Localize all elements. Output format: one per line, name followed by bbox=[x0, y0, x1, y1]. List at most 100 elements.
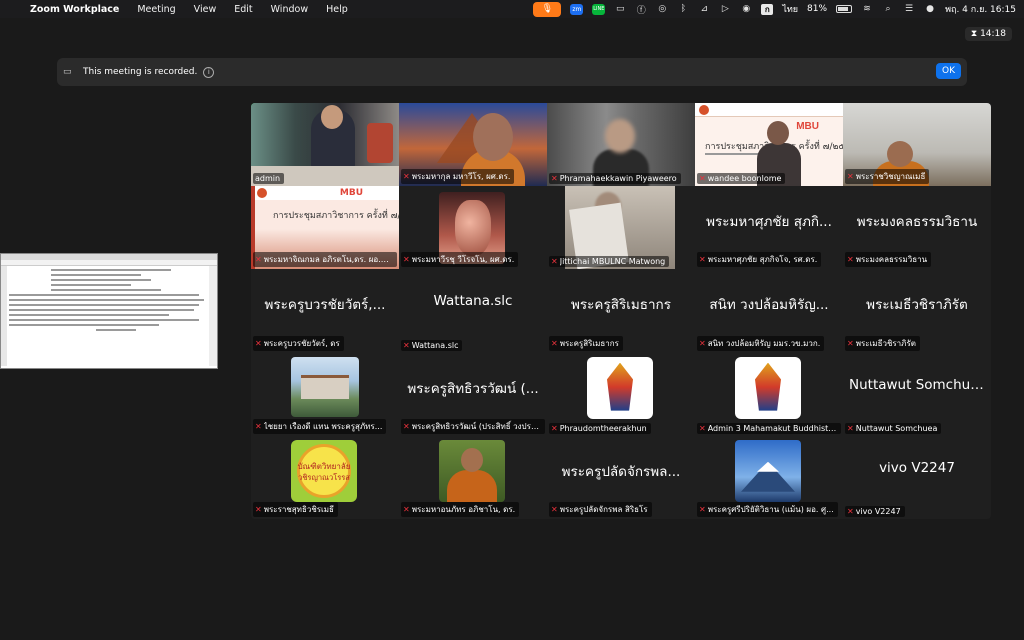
menu-meeting[interactable]: Meeting bbox=[137, 4, 175, 15]
participant-name: Admin 3 Mahamakut Buddhist Un... bbox=[707, 423, 837, 433]
participant-name: พระครูบวรชัยวัตร์, ดร bbox=[263, 338, 340, 348]
zoom-tray-icon[interactable]: zm bbox=[570, 3, 584, 15]
participant-tile[interactable]: Wattana.slc ✕ Wattana.slc bbox=[399, 269, 547, 353]
participant-name-label: ✕ พระครูปลัดจักรพล สิริธโร bbox=[549, 501, 652, 517]
menu-help[interactable]: Help bbox=[326, 4, 348, 15]
menu-edit[interactable]: Edit bbox=[234, 4, 252, 15]
muted-mic-icon: ✕ bbox=[699, 423, 706, 433]
status-area: 🎙 zm LINE ▭ ⓕ ◎ ᛒ ⊿ ▷ ◉ ก ไทย 81% ≋ ⌕ ☰ … bbox=[533, 0, 1016, 18]
participant-display-name: vivo V2247 bbox=[879, 459, 955, 476]
participant-name-label: ✕ พระราชสุทธิวชิรเมธี bbox=[253, 501, 338, 517]
participant-tile[interactable]: พระมงคลธรรมวิธาน ✕ พระมงคลธรรมวิธาน bbox=[843, 186, 991, 270]
app-menu[interactable]: Zoom Workplace bbox=[30, 4, 119, 15]
muted-mic-icon: ✕ bbox=[551, 504, 558, 514]
shared-text-line bbox=[51, 289, 161, 291]
search-icon[interactable]: ⌕ bbox=[882, 3, 894, 15]
participant-tile[interactable]: ✕ ไชยยา เรืองดี แทน พระครูสุภัทร... bbox=[251, 352, 399, 436]
participant-avatar: บัณฑิตวิทยาลัย วชิรญาณวโรรส bbox=[291, 439, 357, 502]
participant-tile[interactable]: พระครูปลัดจักรพล... ✕ พระครูปลัดจักรพล สิร… bbox=[547, 435, 695, 519]
participant-tile[interactable]: MBU การประชุมสภาวิชาการ ครั้งที่ ๗/๒๕๖๘ ✕พ… bbox=[251, 186, 399, 270]
participant-tile[interactable]: ✕ Jittichai MBULNC Matwong bbox=[547, 186, 695, 270]
participant-tile[interactable]: MBUการประชุมสภาวิชาการ ครั้งที่ ๗/๒๕๖๘✕w… bbox=[695, 103, 843, 187]
wifi-icon[interactable]: ≋ bbox=[861, 3, 873, 15]
meeting-timer[interactable]: ⧗ 14:18 bbox=[964, 27, 1012, 41]
participant-tile[interactable]: ✕ พระมหาอนภัทร อภิชาโน, ดร. bbox=[399, 435, 547, 519]
participant-display-name: พระเมธีวชิราภิรัต bbox=[866, 297, 968, 314]
info-icon[interactable]: i bbox=[203, 66, 215, 78]
participant-display-name: Wattana.slc bbox=[433, 293, 513, 310]
participant-tile[interactable]: ✕ พระมหาวีรชุ วีโรจโน, ผศ.ดร. bbox=[399, 186, 547, 270]
siri-icon[interactable]: ● bbox=[924, 3, 936, 15]
recording-banner: ▭ This meeting is recorded. i OK bbox=[57, 58, 967, 86]
input-source-icon[interactable]: ก bbox=[761, 3, 774, 15]
participant-tile[interactable]: ✕ พระครูศรีปริยัติวิธาน (แม้น) ผอ. ศู... bbox=[695, 435, 843, 519]
clipboard-icon[interactable]: ▭ bbox=[614, 3, 626, 15]
participant-tile[interactable]: พระครูสิทธิวรวัฒน์ (... ✕ พระครูสิทธิวรวัฒ… bbox=[399, 352, 547, 436]
participant-name: พระราชวิชญาณเมธี bbox=[855, 172, 926, 182]
shared-text-line bbox=[51, 279, 151, 281]
participant-name: Jittichai MBULNC Matwong bbox=[559, 257, 666, 267]
participant-name-label: ✕ Admin 3 Mahamakut Buddhist Un... bbox=[697, 422, 841, 434]
ok-button[interactable]: OK bbox=[936, 63, 961, 79]
shared-text-line bbox=[9, 324, 159, 326]
menu-view[interactable]: View bbox=[194, 4, 217, 15]
play-icon[interactable]: ▷ bbox=[719, 3, 731, 15]
participant-name: Nuttawut Somchuea bbox=[855, 423, 938, 433]
participant-display-name: พระมหาศุภชัย สุภกิ... bbox=[706, 214, 832, 231]
language-label[interactable]: ไทย bbox=[782, 2, 798, 16]
participant-name: พระมงคลธรรมวิธาน bbox=[855, 255, 928, 265]
participant-tile[interactable]: ✕ Phramahaekkawin Piyaweero bbox=[547, 103, 695, 187]
participant-name-label: ✕ Phraudomtheerakhun bbox=[549, 422, 651, 434]
participant-tile[interactable]: พระครูบวรชัยวัตร์,... ✕ พระครูบวรชัยวัตร์,… bbox=[251, 269, 399, 353]
participant-display-name: สนิท วงปล้อมหิรัญ... bbox=[709, 297, 829, 314]
microphone-in-use-icon[interactable]: 🎙 bbox=[533, 1, 562, 17]
participant-name-label: ✕ พระครูสิริเมธากร bbox=[549, 335, 623, 351]
airdrop-icon[interactable]: ◎ bbox=[656, 3, 668, 15]
participant-display-name: พระครูบวรชัยวัตร์,... bbox=[264, 297, 386, 314]
facebook-icon[interactable]: ⓕ bbox=[635, 3, 647, 16]
battery-icon[interactable] bbox=[836, 5, 853, 13]
menu-window[interactable]: Window bbox=[271, 4, 308, 15]
user-switch-icon[interactable]: ◉ bbox=[740, 3, 752, 15]
participant-name: พระครูศรีปริยัติวิธาน (แม้น) ผอ. ศู... bbox=[707, 504, 834, 514]
control-center-icon[interactable]: ☰ bbox=[903, 3, 915, 15]
shared-text-line bbox=[51, 284, 131, 286]
slide-mbu-text: MBU bbox=[339, 188, 363, 199]
participant-name-label: admin bbox=[253, 173, 285, 185]
menu-bar: Zoom Workplace Meeting View Edit Window … bbox=[0, 0, 1024, 18]
participant-tile[interactable]: ✕ Admin 3 Mahamakut Buddhist Un... bbox=[695, 352, 843, 436]
shared-text-line bbox=[9, 304, 199, 306]
muted-mic-icon: ✕ bbox=[255, 421, 262, 431]
shared-left-rail bbox=[1, 266, 7, 366]
participant-name: พระครูสิทธิวรวัฒน์ (ประสิทธิ์ วงประ... bbox=[411, 421, 541, 431]
participant-tile[interactable]: Nuttawut Somchuea ✕ Nuttawut Somchuea bbox=[843, 352, 991, 436]
muted-mic-icon: ✕ bbox=[699, 504, 706, 514]
bluetooth-icon[interactable]: ᛒ bbox=[677, 3, 689, 15]
participant-tile[interactable]: พระครูสิริเมธากร ✕ พระครูสิริเมธากร bbox=[547, 269, 695, 353]
participant-tile[interactable]: vivo V2247 ✕ vivo V2247 bbox=[843, 435, 991, 519]
participant-tile[interactable]: admin bbox=[251, 103, 399, 187]
shared-text-line bbox=[9, 294, 199, 296]
participant-name-label: ✕ Wattana.slc bbox=[401, 339, 463, 351]
muted-mic-icon: ✕ bbox=[847, 172, 854, 182]
muted-mic-icon: ✕ bbox=[699, 174, 706, 184]
shared-screen-thumbnail[interactable] bbox=[0, 253, 218, 369]
participant-name: พระครูปลัดจักรพล สิริธโร bbox=[559, 504, 648, 514]
participant-name: ไชยยา เรืองดี แทน พระครูสุภัทร... bbox=[263, 421, 383, 431]
shared-text-line bbox=[9, 319, 199, 321]
participant-tile[interactable]: พระมหาศุภชัย สุภกิ... ✕ พระมหาศุภชัย สุภกิ… bbox=[695, 186, 843, 270]
participant-name-label: ✕ พระครูสิทธิวรวัฒน์ (ประสิทธิ์ วงประ... bbox=[401, 418, 545, 434]
date-time[interactable]: พฤ. 4 ก.ย. 16:15 bbox=[945, 2, 1016, 16]
display-icon[interactable]: ⊿ bbox=[698, 3, 710, 15]
participant-tile[interactable]: บัณฑิตวิทยาลัย วชิรญาณวโรรส ✕ พระราชสุทธิวช… bbox=[251, 435, 399, 519]
participant-tile[interactable]: ✕ พระมหากุล มหาวีโร, ผศ.ดร. bbox=[399, 103, 547, 187]
participant-tile[interactable]: ✕ Phraudomtheerakhun bbox=[547, 352, 695, 436]
line-app-icon[interactable]: LINE bbox=[592, 3, 606, 15]
participant-tile[interactable]: พระเมธีวชิราภิรัต ✕ พระเมธีวชิราภิรัต bbox=[843, 269, 991, 353]
participant-tile[interactable]: สนิท วงปล้อมหิรัญ... ✕ สนิท วงปล้อมหิรัญ ม… bbox=[695, 269, 843, 353]
participant-tile[interactable]: ✕ พระราชวิชญาณเมธี bbox=[843, 103, 991, 187]
participant-name: พระมหาวีรชุ วีโรจโน, ผศ.ดร. bbox=[411, 255, 515, 265]
participant-name-label: ✕ พระครูศรีปริยัติวิธาน (แม้น) ผอ. ศู... bbox=[697, 501, 838, 517]
participant-display-name: พระครูสิทธิวรวัฒน์ (... bbox=[407, 380, 539, 397]
shared-text-line bbox=[96, 329, 136, 331]
